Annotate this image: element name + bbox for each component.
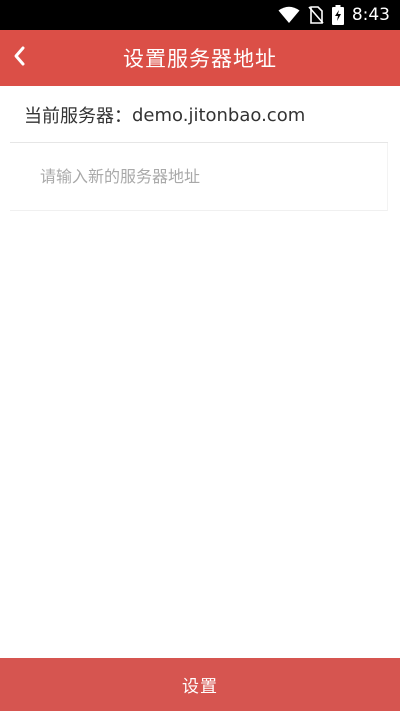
back-button[interactable] xyxy=(2,38,36,78)
chevron-left-icon xyxy=(12,45,26,71)
battery-charging-icon xyxy=(331,5,344,25)
set-button[interactable]: 设置 xyxy=(0,658,400,711)
status-time: 8:43 xyxy=(351,5,390,25)
current-server-row: 当前服务器： demo.jitonbao.com xyxy=(0,86,400,144)
new-server-input[interactable] xyxy=(38,166,382,187)
no-sim-icon xyxy=(308,6,324,24)
wifi-icon xyxy=(278,6,300,24)
new-server-card xyxy=(10,143,388,211)
app-bar: 设置服务器地址 xyxy=(0,30,400,86)
current-server-value: demo.jitonbao.com xyxy=(132,104,306,126)
status-bar: 8:43 xyxy=(0,0,400,30)
page-title: 设置服务器地址 xyxy=(123,47,277,71)
current-server-label: 当前服务器： xyxy=(24,106,132,127)
